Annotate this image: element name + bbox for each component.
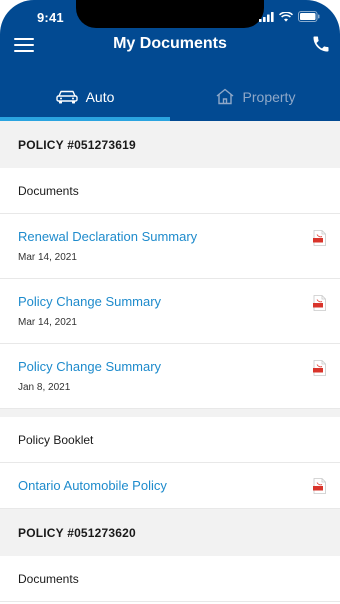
document-date: Jan 8, 2021	[18, 382, 71, 393]
tab-property[interactable]: Property	[170, 72, 340, 121]
app-screen: 9:41 My Documents Auto Property POLICY #…	[0, 0, 340, 604]
document-title[interactable]: Policy Change Summary	[18, 294, 340, 309]
pdf-icon[interactable]	[313, 478, 326, 494]
pdf-icon[interactable]	[313, 230, 326, 246]
pdf-icon[interactable]	[313, 295, 326, 311]
app-header: 9:41 My Documents Auto Property	[0, 0, 340, 121]
policy-booklet-heading: Policy Booklet	[0, 417, 340, 463]
signal-icon	[259, 11, 274, 22]
document-title[interactable]: Policy Change Summary	[18, 359, 340, 374]
document-date: Mar 14, 2021	[18, 252, 77, 263]
document-row-ontario-automobile-policy[interactable]: Ontario Automobile Policy	[0, 463, 340, 509]
car-icon	[55, 90, 78, 103]
document-title[interactable]: Renewal Declaration Summary	[18, 229, 340, 244]
tab-property-label: Property	[242, 88, 296, 105]
document-row-renewal-declaration-summary[interactable]: Renewal Declaration Summary Mar 14, 2021	[0, 214, 340, 279]
nav-bar: My Documents	[0, 32, 340, 60]
policy-header: POLICY #051273619	[0, 121, 340, 168]
documents-heading: Documents	[0, 168, 340, 214]
status-bar: 9:41	[0, 0, 340, 32]
document-row-policy-change-summary[interactable]: Policy Change Summary Jan 8, 2021	[0, 344, 340, 409]
policy-type-tabs: Auto Property	[0, 72, 340, 121]
status-icons	[259, 11, 320, 22]
wifi-icon	[279, 11, 293, 22]
house-icon	[216, 88, 233, 105]
document-title[interactable]: Ontario Automobile Policy	[18, 478, 340, 493]
document-row-policy-change-summary[interactable]: Policy Change Summary Mar 14, 2021	[0, 279, 340, 344]
status-time: 9:41	[37, 10, 64, 25]
document-date: Mar 14, 2021	[18, 317, 77, 328]
tab-auto-label: Auto	[85, 88, 115, 105]
battery-icon	[298, 11, 320, 22]
device-notch	[76, 0, 264, 28]
page-title: My Documents	[113, 35, 227, 52]
policy-header: POLICY #051273620	[0, 509, 340, 556]
phone-icon[interactable]	[311, 34, 331, 54]
documents-list: POLICY #051273619 Documents Renewal Decl…	[0, 121, 340, 602]
tab-auto[interactable]: Auto	[0, 72, 170, 121]
section-divider	[0, 409, 340, 417]
documents-heading: Documents	[0, 556, 340, 602]
pdf-icon[interactable]	[313, 360, 326, 376]
